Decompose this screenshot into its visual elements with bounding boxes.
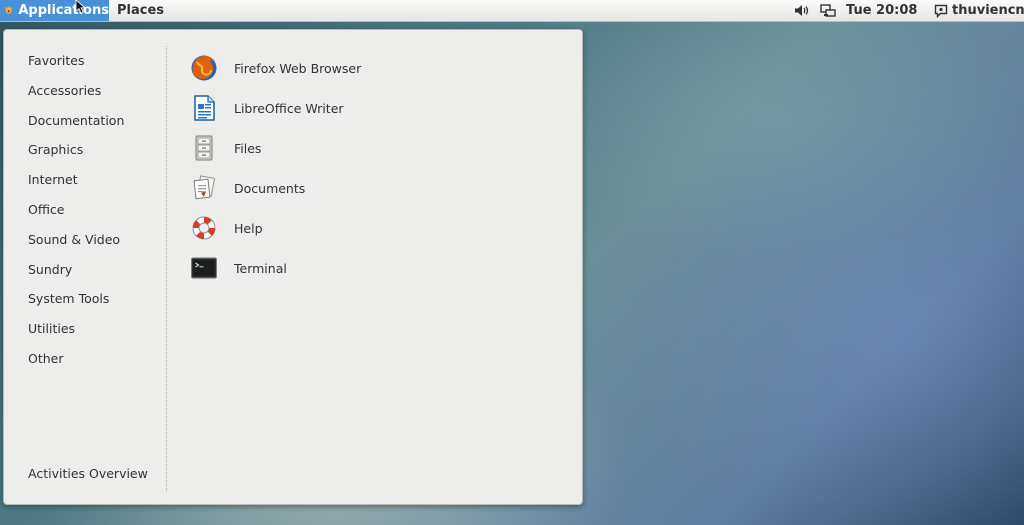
firefox-icon <box>191 55 217 81</box>
libreoffice-writer-icon <box>194 95 215 121</box>
volume-indicator[interactable] <box>794 0 809 21</box>
category-internet[interactable]: Internet <box>28 165 168 195</box>
user-menu[interactable]: thuviencntt <box>934 0 1024 21</box>
menu-divider <box>166 46 167 491</box>
network-indicator[interactable] <box>820 0 836 21</box>
app-libreoffice-writer[interactable]: LibreOffice Writer <box>190 88 361 128</box>
category-office[interactable]: Office <box>28 195 168 225</box>
app-label: Terminal <box>234 260 287 276</box>
app-label: LibreOffice Writer <box>234 100 344 116</box>
app-label: Files <box>234 140 262 156</box>
applications-menu-panel: Favorites Accessories Documentation Grap… <box>3 29 583 505</box>
activities-overview-button[interactable]: Activities Overview <box>28 466 148 481</box>
category-documentation[interactable]: Documentation <box>28 106 168 136</box>
files-cabinet-icon <box>195 135 213 161</box>
top-bar: Applications Places Tue 20:08 thuviencnt… <box>0 0 1024 22</box>
app-firefox[interactable]: Firefox Web Browser <box>190 48 361 88</box>
category-accessories[interactable]: Accessories <box>28 76 168 106</box>
category-list: Favorites Accessories Documentation Grap… <box>28 46 168 374</box>
category-favorites[interactable]: Favorites <box>28 46 168 76</box>
clock[interactable]: Tue 20:08 <box>846 0 917 21</box>
mouse-pointer-icon <box>75 0 85 14</box>
app-terminal[interactable]: Terminal <box>190 248 361 288</box>
category-graphics[interactable]: Graphics <box>28 135 168 165</box>
user-name: thuviencntt <box>952 3 1024 18</box>
app-label: Documents <box>234 180 306 196</box>
volume-icon <box>795 5 809 16</box>
category-sundry[interactable]: Sundry <box>28 255 168 285</box>
network-wired-icon <box>820 3 836 17</box>
places-label: Places <box>117 3 165 18</box>
category-other[interactable]: Other <box>28 344 168 374</box>
app-documents[interactable]: Documents <box>190 168 361 208</box>
applications-menu-button[interactable]: Applications <box>0 0 109 21</box>
category-utilities[interactable]: Utilities <box>28 314 168 344</box>
documents-icon <box>193 175 216 200</box>
app-help[interactable]: Help <box>190 208 361 248</box>
app-files[interactable]: Files <box>190 128 361 168</box>
category-sound-video[interactable]: Sound & Video <box>28 225 168 255</box>
app-list: Firefox Web Browser LibreOffice Writer F… <box>190 48 361 288</box>
chat-status-icon <box>934 4 948 18</box>
app-label: Help <box>234 220 263 236</box>
places-menu-button[interactable]: Places <box>117 0 164 21</box>
applications-label: Applications <box>18 3 109 18</box>
gnome-foot-icon <box>5 6 13 14</box>
terminal-icon <box>191 257 217 279</box>
app-label: Firefox Web Browser <box>234 60 362 76</box>
category-system-tools[interactable]: System Tools <box>28 284 168 314</box>
help-lifebuoy-icon <box>192 216 216 240</box>
